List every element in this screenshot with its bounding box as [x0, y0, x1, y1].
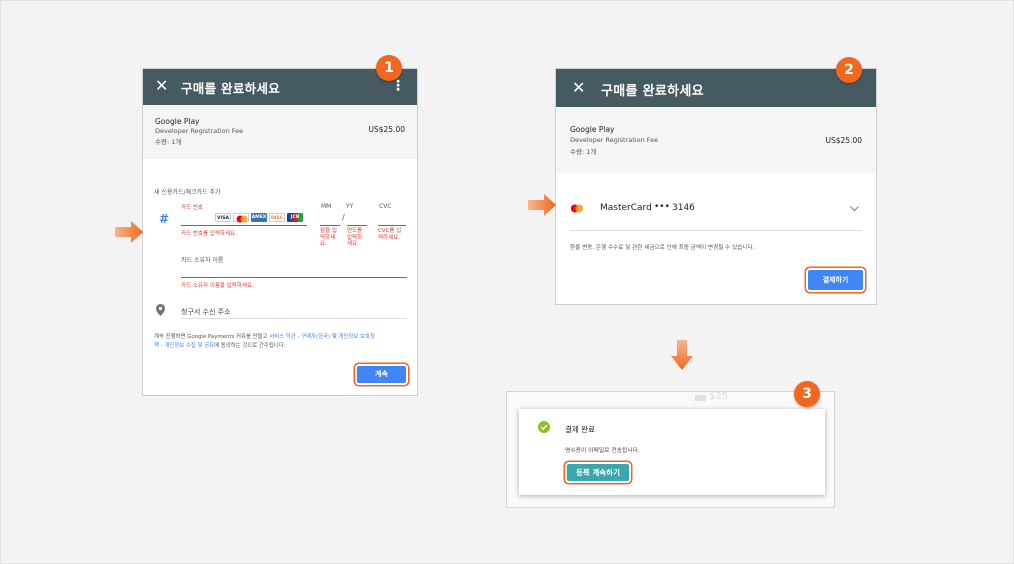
- yy-label: YY: [346, 203, 354, 210]
- pay-button[interactable]: 결제하기: [808, 270, 863, 290]
- arrow-right-icon: [115, 221, 143, 243]
- month-input[interactable]: [320, 225, 340, 226]
- arrow-down-icon: [671, 340, 693, 370]
- location-pin-icon: [156, 304, 165, 316]
- bg-card-icon: [695, 395, 706, 401]
- cardholder-label: 카드 소유자 이름: [181, 257, 224, 264]
- card-number-error: 카드 번호를 입력하세요.: [181, 231, 237, 237]
- step2-badge: 2: [836, 57, 862, 83]
- continue-button[interactable]: 계속: [357, 366, 406, 383]
- year-input[interactable]: [347, 225, 367, 226]
- mastercard-icon: [570, 204, 584, 213]
- card-name: MasterCard: [600, 203, 652, 213]
- step1-badge: 1: [376, 55, 402, 81]
- billing-address-field[interactable]: 청구서 수신 주소: [181, 307, 231, 317]
- close-icon[interactable]: ✕: [572, 79, 585, 97]
- step3-badge: 3: [794, 381, 820, 407]
- privacy-collection-link[interactable]: 책 - 개인정보 수집 및 공유: [154, 343, 214, 349]
- item-quantity: 수량: 1개: [570, 148, 597, 156]
- terms-link[interactable]: 서비스 약관 - 구매자(한국): [269, 334, 330, 340]
- amex-icon: AMEX: [251, 213, 267, 222]
- card-hash-icon: #: [159, 212, 170, 226]
- divider: [570, 230, 862, 231]
- mastercard-icon: [233, 213, 249, 222]
- cvc-error: CVC를 입 력하세요.: [378, 228, 402, 241]
- item-price: US$25.00: [368, 125, 406, 134]
- year-error: 연도를 입력하 세요.: [347, 228, 363, 247]
- cardholder-error: 카드 소유자 이름을 입력하세요.: [181, 283, 254, 289]
- more-menu-icon[interactable]: ⋮: [391, 78, 405, 94]
- item-quantity: 수량: 1개: [155, 138, 182, 146]
- item-name: Developer Registration Fee: [570, 136, 659, 144]
- step2-payment-panel: ✕ 구매를 완료하세요 Google Play Developer Regist…: [555, 68, 877, 305]
- item-price: US$25.00: [825, 136, 863, 145]
- payment-complete-title: 결제 완료: [565, 425, 595, 434]
- store-name: Google Play: [570, 125, 615, 134]
- card-last4: 3146: [672, 203, 695, 213]
- bg-price: $25: [709, 391, 729, 402]
- card-logos: VISA AMEX DISC JCB: [215, 213, 305, 223]
- date-slash: /: [342, 213, 345, 222]
- item-name: Developer Registration Fee: [155, 127, 244, 135]
- mm-label: MM: [321, 203, 332, 210]
- payment-method-selector[interactable]: MasterCard ••• 3146: [556, 193, 876, 223]
- check-circle-icon: [538, 421, 550, 433]
- payment-complete-dialog: 결제 완료 영수증이 이메일로 전송됩니다. 등록 계속하기: [519, 409, 825, 495]
- arrow-right-icon: [528, 194, 556, 216]
- card-number-label: 카드 번호: [181, 205, 203, 211]
- step1-header: ✕ 구매를 완료하세요 ⋮: [143, 69, 417, 105]
- store-name: Google Play: [155, 117, 200, 126]
- close-icon[interactable]: ✕: [155, 77, 168, 95]
- chevron-down-icon[interactable]: [850, 206, 859, 212]
- billing-address-underline: [181, 318, 407, 319]
- cvc-label: CVC: [379, 203, 392, 210]
- privacy-link[interactable]: 개인정보 보호정: [339, 334, 375, 340]
- add-card-label: 새 신용카드/체크카드 추가: [154, 189, 221, 196]
- visa-icon: VISA: [215, 213, 231, 222]
- receipt-message: 영수증이 이메일로 전송됩니다.: [565, 448, 640, 454]
- step1-title: 구매를 완료하세요: [181, 81, 281, 96]
- continue-registration-button[interactable]: 등록 계속하기: [567, 464, 629, 481]
- tutorial-canvas: ✕ 구매를 완료하세요 ⋮ Google Play Developer Regi…: [0, 0, 1014, 564]
- cardholder-input[interactable]: [181, 277, 407, 278]
- step2-order-summary: Google Play Developer Registration Fee 수…: [556, 107, 876, 173]
- month-error: 월을 입 력하세 요.: [320, 228, 337, 247]
- cvc-input[interactable]: [378, 225, 406, 226]
- currency-notice: 환율 변동, 은행 수수료 및 관련 세금으로 인해 최종 금액이 변경될 수 …: [570, 245, 755, 251]
- terms-text: 계속 진행하면 Google Payments 커뮤를 만들고 서비스 약관 -…: [154, 334, 375, 349]
- jcb-icon: JCB: [287, 213, 303, 222]
- discover-icon: DISC: [269, 213, 285, 222]
- step2-header: ✕ 구매를 완료하세요: [556, 69, 876, 107]
- step2-title: 구매를 완료하세요: [601, 84, 704, 99]
- card-dots: •••: [654, 202, 670, 212]
- step1-order-summary: Google Play Developer Registration Fee 수…: [143, 105, 417, 159]
- step1-payment-panel: ✕ 구매를 완료하세요 ⋮ Google Play Developer Regi…: [142, 68, 418, 396]
- card-number-input[interactable]: [181, 225, 307, 226]
